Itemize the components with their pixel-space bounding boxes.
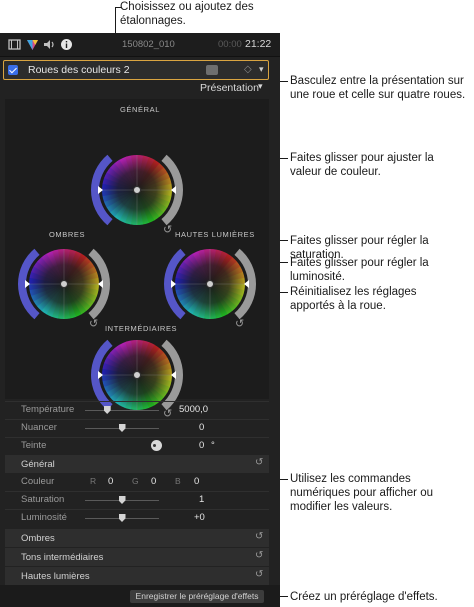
luminosity-value[interactable]: +0: [194, 512, 205, 523]
temperature-slider[interactable]: [85, 410, 159, 411]
highlights-color-wheel[interactable]: [159, 233, 261, 335]
temperature-row: Température 5000,0: [5, 403, 269, 418]
presentation-chevron-icon[interactable]: ▾: [258, 81, 263, 92]
temperature-value[interactable]: 5000,0: [179, 404, 208, 415]
red-value[interactable]: 0: [108, 476, 113, 487]
green-value[interactable]: 0: [151, 476, 156, 487]
color-inspector-panel: 150802_010 00:00 21:22 Roues des couleur…: [0, 33, 280, 607]
luminosity-slider-knob[interactable]: [118, 514, 126, 522]
divider: [5, 437, 269, 438]
tint-slider-knob[interactable]: [118, 424, 126, 432]
hue-unit: °: [211, 440, 215, 451]
general-color-wheel[interactable]: [86, 139, 188, 241]
annotation-color-value: Faites glisser pour ajuster la valeur de…: [290, 152, 434, 178]
timecode-prefix: 00:00: [218, 39, 242, 50]
chevron-down-icon[interactable]: ▾: [259, 64, 264, 75]
shadows-section-header[interactable]: Ombres ↺: [5, 529, 269, 547]
annotation-presentation: Basculez entre la présentation sur une r…: [290, 75, 466, 101]
luminosity-label: Luminosité: [21, 512, 67, 523]
shadows-section-title: Ombres: [21, 533, 55, 544]
saturation-label: Saturation: [21, 494, 65, 505]
presentation-menu[interactable]: Présentation: [200, 82, 259, 94]
inspector-topbar: 150802_010 00:00 21:22: [0, 33, 280, 57]
divider: [5, 401, 269, 402]
audio-icon[interactable]: [43, 38, 56, 51]
general-section-title: Général: [21, 459, 55, 470]
annotation-corrections: Choisissez ou ajoutez des étalonnages.: [120, 1, 254, 27]
red-channel-label: R: [90, 476, 97, 486]
info-icon[interactable]: [60, 38, 73, 51]
keyframe-icon[interactable]: ◇: [244, 64, 252, 75]
color-label: Couleur: [21, 476, 55, 487]
divider: [5, 419, 269, 420]
saturation-slider-knob[interactable]: [118, 496, 126, 504]
inspector-footer: Enregistrer le préréglage d'effets: [0, 585, 280, 607]
hue-label: Teinte: [21, 440, 47, 451]
color-puck[interactable]: [133, 186, 141, 194]
hue-value[interactable]: 0: [199, 440, 204, 451]
color-row: Couleur R 0 G 0 B 0: [5, 475, 269, 490]
saturation-row: Saturation 1: [5, 493, 269, 508]
reset-icon[interactable]: ↺: [255, 457, 263, 468]
mask-icon[interactable]: [206, 65, 218, 75]
color-puck[interactable]: [206, 280, 214, 288]
timecode: 21:22: [245, 38, 272, 50]
wheel-label-general: GÉNÉRAL: [120, 105, 161, 114]
tint-value[interactable]: 0: [199, 422, 204, 433]
color-wheels-area: GÉNÉRAL OMBRES HAUTES LUMIÈRES INTERMÉDI…: [5, 99, 269, 420]
highlights-section-header[interactable]: Hautes lumières ↺: [5, 567, 269, 585]
divider: [5, 509, 269, 510]
blue-value[interactable]: 0: [194, 476, 199, 487]
annotation-reset: Réinitialisez les réglages apportés à la…: [290, 286, 417, 312]
tint-label: Nuancer: [21, 422, 57, 433]
divider: [5, 491, 269, 492]
temperature-label: Température: [21, 404, 75, 415]
color-puck[interactable]: [60, 280, 68, 288]
midtones-section-title: Tons intermédiaires: [21, 552, 104, 563]
annotation-luminosity: Faites glisser pour régler la luminosité…: [290, 257, 429, 283]
temperature-slider-knob[interactable]: [103, 406, 111, 414]
color-board-icon[interactable]: [26, 38, 39, 51]
luminosity-row: Luminosité +0: [5, 511, 269, 526]
film-icon[interactable]: [8, 38, 21, 51]
saturation-value[interactable]: 1: [199, 494, 204, 505]
shadows-color-wheel[interactable]: [13, 233, 115, 335]
clip-name: 150802_010: [122, 39, 175, 50]
hue-row: Teinte 0 °: [5, 439, 269, 454]
annotation-numeric: Utilisez les commandes numériques pour a…: [290, 473, 433, 513]
hue-dial-icon[interactable]: [150, 439, 163, 452]
color-puck[interactable]: [133, 371, 141, 379]
reset-icon[interactable]: ↺: [255, 531, 263, 542]
corrections-popup[interactable]: Roues des couleurs 2 ◇ ▾: [3, 60, 269, 80]
blue-channel-label: B: [175, 476, 181, 486]
save-effects-preset-button[interactable]: Enregistrer le préréglage d'effets: [130, 590, 264, 603]
correction-name: Roues des couleurs 2: [28, 64, 130, 76]
tint-row: Nuancer 0: [5, 421, 269, 436]
reset-icon[interactable]: ↺: [255, 550, 263, 561]
general-section-header[interactable]: Général ↺: [5, 455, 269, 473]
reset-icon[interactable]: ↺: [255, 569, 263, 580]
green-channel-label: G: [132, 476, 139, 486]
annotation-preset: Créez un préréglage d'effets.: [290, 591, 438, 603]
highlights-section-title: Hautes lumières: [21, 571, 90, 582]
midtones-section-header[interactable]: Tons intermédiaires ↺: [5, 548, 269, 566]
correction-enable-checkbox[interactable]: [8, 65, 18, 75]
